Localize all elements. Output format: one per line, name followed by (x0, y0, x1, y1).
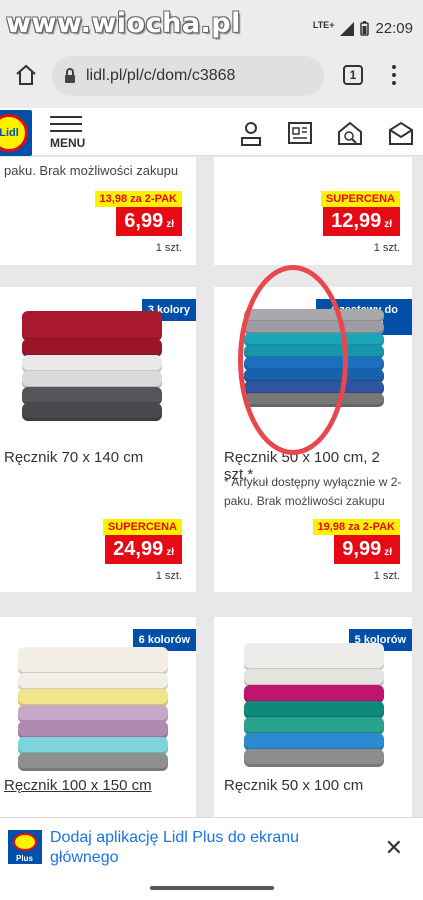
signal-icon (340, 21, 355, 36)
price: 6,99 zł (116, 207, 182, 236)
account-icon[interactable] (238, 120, 264, 146)
product-card[interactable]: 5 kolorów Ręcznik 50 x 100 cm (214, 617, 412, 817)
price: 12,99 zł (323, 207, 400, 236)
install-app-banner[interactable]: Plus Dodaj aplikację Lidl Plus do ekranu… (0, 817, 423, 877)
price: 9,99 zł (334, 535, 400, 564)
price-box: 19,98 za 2-PAK 9,99 zł 1 szt. (312, 519, 400, 582)
banner-text[interactable]: Dodaj aplikację Lidl Plus do ekranu głów… (50, 828, 350, 868)
quantity: 1 szt. (373, 242, 400, 254)
product-card[interactable]: 3 kolory Ręcznik 70 x 140 cm SUPERCENA 2… (0, 287, 196, 592)
lidl-plus-label: Plus (16, 854, 33, 863)
currency: zł (384, 547, 392, 558)
home-gesture-handle[interactable] (150, 886, 274, 890)
status-bar: www.wiocha.pl LTE+ 22:09 (0, 0, 423, 46)
price-box: 13,98 za 2-PAK 6,99 zł 1 szt. (94, 191, 182, 254)
product-title[interactable]: Ręcznik 50 x 100 cm (224, 777, 363, 794)
price-box: SUPERCENA 12,99 zł 1 szt. (320, 191, 400, 254)
currency: zł (384, 219, 392, 230)
product-note: * Artykuł dostępny wyłącznie w 2-paku. B… (224, 475, 402, 508)
price-value: 6,99 (124, 210, 164, 232)
overflow-menu-icon[interactable] (390, 63, 398, 87)
price-value: 12,99 (331, 210, 382, 232)
product-card[interactable]: paku. Brak możliwości zakupu 13,98 za 2-… (0, 157, 196, 265)
price-value: 24,99 (113, 538, 164, 560)
browser-toolbar: lidl.pl/pl/c/dom/c3868 1 (0, 46, 423, 108)
network-label: LTE+ (312, 19, 335, 30)
url-bar[interactable]: lidl.pl/pl/c/dom/c3868 (52, 56, 324, 96)
price-tag: 19,98 za 2-PAK (312, 519, 400, 535)
url-text: lidl.pl/pl/c/dom/c3868 (86, 67, 236, 84)
quantity: 1 szt. (155, 570, 182, 582)
price-tag: SUPERCENA (320, 191, 400, 207)
clock: 22:09 (375, 20, 413, 37)
currency: zł (166, 219, 174, 230)
store-search-icon[interactable] (337, 120, 363, 146)
product-title[interactable]: Ręcznik 70 x 140 cm (4, 449, 143, 466)
lock-icon (65, 68, 75, 83)
product-card[interactable]: 6 kolorów Ręcznik 100 x 150 cm (0, 617, 196, 817)
product-image[interactable] (18, 647, 168, 771)
site-header: Lidl MENU (0, 108, 423, 156)
price-tag: 13,98 za 2-PAK (94, 191, 182, 207)
status-indicators: LTE+ 22:09 (312, 19, 413, 38)
home-icon[interactable] (14, 63, 38, 87)
product-grid: paku. Brak możliwości zakupu 13,98 za 2-… (0, 157, 423, 817)
lidl-logo[interactable]: Lidl (0, 110, 32, 156)
price-tag: SUPERCENA (102, 519, 182, 535)
product-title[interactable]: Ręcznik 100 x 150 cm (4, 777, 152, 794)
currency: zł (166, 547, 174, 558)
lidl-plus-logo: Plus (8, 830, 42, 864)
product-note: paku. Brak możliwości zakupu (4, 163, 179, 178)
price: 24,99 zł (105, 535, 182, 564)
gesture-bar (0, 877, 423, 900)
tab-switcher-button[interactable]: 1 (343, 65, 363, 85)
logo-text: Lidl (0, 127, 19, 139)
price-value: 9,99 (342, 538, 382, 560)
battery-icon (360, 21, 370, 36)
quantity: 1 szt. (373, 570, 400, 582)
close-icon[interactable]: ✕ (385, 835, 403, 861)
product-card[interactable]: 4 zestawy do wyboru Ręcznik 50 x 100 cm,… (214, 265, 412, 592)
watermark: www.wiocha.pl (6, 8, 241, 39)
hamburger-icon[interactable] (50, 116, 82, 137)
product-image[interactable] (22, 311, 162, 421)
product-image[interactable] (244, 643, 384, 767)
product-card[interactable]: SUPERCENA 12,99 zł 1 szt. (214, 157, 412, 265)
brochure-icon[interactable] (287, 120, 313, 146)
quantity: 1 szt. (155, 242, 182, 254)
menu-label[interactable]: MENU (50, 136, 85, 150)
price-box: SUPERCENA 24,99 zł 1 szt. (102, 519, 182, 582)
red-circle-annotation (238, 265, 348, 455)
newsletter-icon[interactable] (388, 120, 414, 146)
